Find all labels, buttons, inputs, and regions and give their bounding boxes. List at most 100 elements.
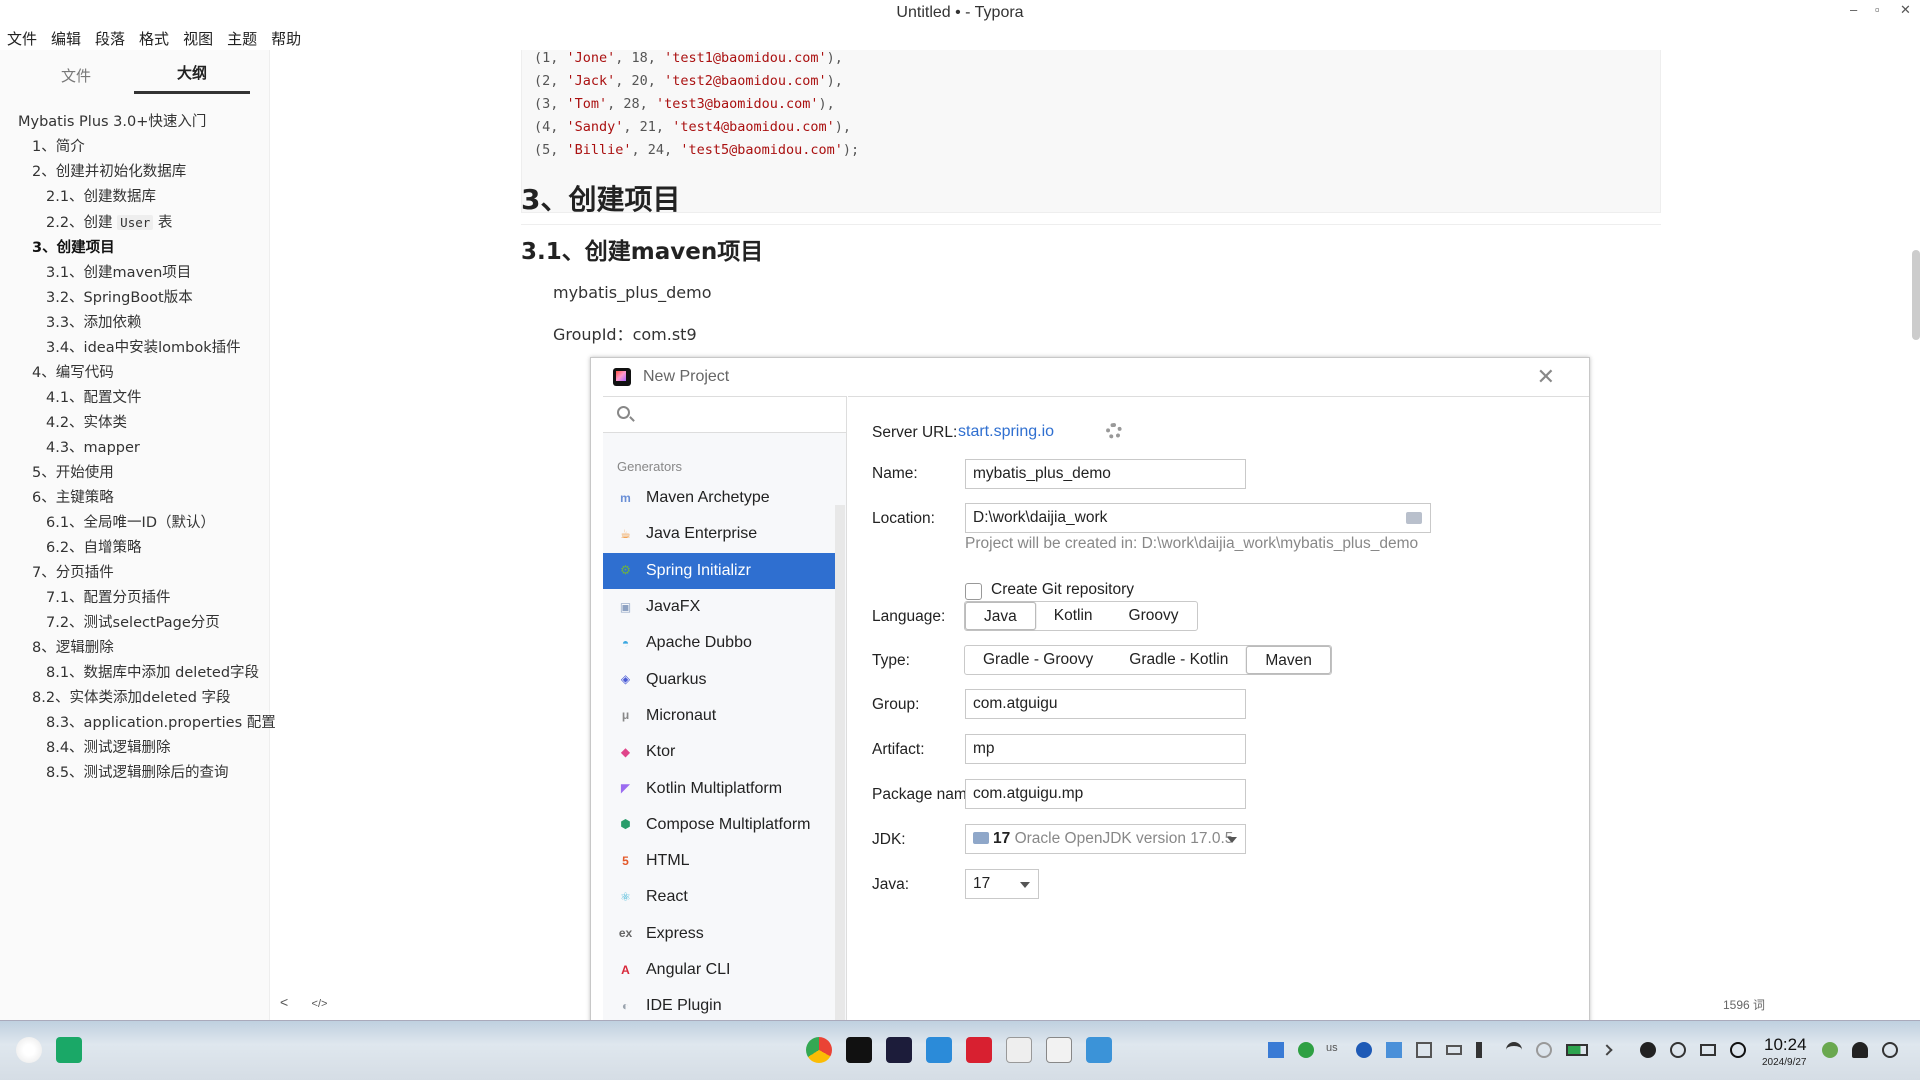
menu-view[interactable]: 视图	[176, 26, 220, 50]
power-icon[interactable]	[1730, 1042, 1746, 1058]
clock-date[interactable]: 2024/9/27	[1762, 1057, 1807, 1068]
generator-item[interactable]: ⚛ React	[603, 879, 835, 915]
battery-icon[interactable]	[1566, 1044, 1588, 1056]
java-version-dropdown[interactable]: 17	[965, 869, 1039, 899]
outline-item[interactable]: 3.2、SpringBoot版本	[0, 286, 269, 311]
wechat-icon[interactable]	[1298, 1042, 1314, 1058]
file-manager-icon[interactable]	[1086, 1037, 1112, 1063]
outline-item[interactable]: 3.1、创建maven项目	[0, 261, 269, 286]
close-button[interactable]: ✕	[1900, 2, 1911, 18]
menu-help[interactable]: 帮助	[264, 26, 308, 50]
search-icon[interactable]	[1670, 1042, 1686, 1058]
tray-app-icon[interactable]	[1268, 1042, 1284, 1058]
outline-item[interactable]: 3、创建项目	[0, 236, 269, 261]
language-java[interactable]: Java	[965, 602, 1036, 630]
outline-item[interactable]: 8、逻辑删除	[0, 636, 269, 661]
heading-2[interactable]: 3、创建项目	[521, 178, 1661, 225]
generator-item[interactable]: μ Micronaut	[603, 698, 835, 734]
intellij-idea-icon[interactable]	[846, 1037, 872, 1063]
type-maven[interactable]: Maven	[1246, 646, 1331, 674]
menu-edit[interactable]: 编辑	[44, 26, 88, 50]
generator-search[interactable]	[603, 397, 846, 433]
outline-item[interactable]: 7.2、测试selectPage分页	[0, 611, 269, 636]
terminal-icon[interactable]	[966, 1037, 992, 1063]
webstorm-icon[interactable]	[886, 1037, 912, 1063]
tab-files[interactable]: 文件	[18, 65, 134, 94]
generator-item[interactable]: ◆ Ktor	[603, 734, 835, 770]
generator-item[interactable]: A Angular CLI	[603, 952, 835, 988]
location-field[interactable]: D:\work\daijia_work	[965, 503, 1431, 533]
outline-item[interactable]: 8.3、application.properties 配置	[0, 711, 276, 736]
type-gradle-kotlin[interactable]: Gradle - Kotlin	[1111, 646, 1246, 674]
outline-item[interactable]: 8.2、实体类添加deleted 字段	[0, 686, 269, 711]
generator-item[interactable]: m Maven Archetype	[603, 480, 835, 516]
shield-icon[interactable]	[1822, 1042, 1838, 1058]
outline-item[interactable]: 2.2、创建 User 表	[0, 210, 269, 236]
dialog-close-icon[interactable]: ✕	[1537, 364, 1555, 390]
name-field[interactable]: mybatis_plus_demo	[965, 459, 1246, 489]
typora-icon[interactable]	[1006, 1037, 1032, 1063]
generators-scrollbar[interactable]	[835, 505, 845, 1024]
generator-search-input[interactable]	[639, 403, 829, 427]
paragraph-project-name[interactable]: mybatis_plus_demo	[553, 283, 712, 302]
generator-item[interactable]: ◤ Kotlin Multiplatform	[603, 770, 835, 806]
paragraph-group-id[interactable]: GroupId：com.st9	[553, 321, 697, 345]
menu-file[interactable]: 文件	[0, 26, 44, 50]
desktop-icon[interactable]	[56, 1037, 82, 1063]
outline-item[interactable]: 6、主键策略	[0, 486, 269, 511]
settings-icon[interactable]	[1882, 1042, 1898, 1058]
language-groovy[interactable]: Groovy	[1111, 602, 1197, 630]
outline-item[interactable]: 6.1、全局唯一ID（默认）	[0, 511, 269, 536]
generator-item[interactable]: 5 HTML	[603, 843, 835, 879]
generator-item[interactable]: ⚙ Spring Initializr	[603, 552, 835, 589]
clipboard-icon[interactable]	[1416, 1042, 1432, 1058]
language-kotlin[interactable]: Kotlin	[1036, 602, 1111, 630]
bluetooth-icon[interactable]	[1536, 1042, 1552, 1058]
generator-item[interactable]: ▣ JavaFX	[603, 589, 835, 625]
create-git-label[interactable]: Create Git repository	[991, 581, 1134, 599]
keyboard-layout-icon[interactable]	[1700, 1044, 1716, 1056]
outline-item[interactable]: 3.3、添加依赖	[0, 311, 269, 336]
notification-bell-icon[interactable]	[1852, 1042, 1868, 1058]
outline-item[interactable]: 2、创建并初始化数据库	[0, 160, 269, 185]
editor-scrollbar[interactable]	[1912, 250, 1920, 340]
generator-item[interactable]: ◈ Quarkus	[603, 661, 835, 697]
outline-item[interactable]: 5、开始使用	[0, 461, 269, 486]
hp-icon[interactable]	[1356, 1042, 1372, 1058]
outline-item[interactable]: 8.4、测试逻辑删除	[0, 736, 269, 761]
outline-item[interactable]: 8.5、测试逻辑删除后的查询	[0, 761, 269, 786]
folder-icon[interactable]	[1406, 512, 1422, 524]
server-url-link[interactable]: start.spring.io	[958, 423, 1054, 441]
outline-item[interactable]: 6.2、自增策略	[0, 536, 269, 561]
outline-item[interactable]: 4.1、配置文件	[0, 386, 269, 411]
clock-time[interactable]: 10:24	[1764, 1035, 1807, 1055]
keyboard-icon[interactable]	[1446, 1045, 1462, 1055]
package-name-field[interactable]: com.atguigu.mp	[965, 779, 1246, 809]
outline-item[interactable]: 7、分页插件	[0, 561, 269, 586]
create-git-checkbox[interactable]	[965, 583, 982, 600]
generator-item[interactable]: ◓ Apache Dubbo	[603, 625, 835, 661]
jdk-dropdown[interactable]: 17 Oracle OpenJDK version 17.0.5	[965, 824, 1246, 854]
gear-icon[interactable]	[1106, 423, 1122, 439]
outline-item[interactable]: 8.1、数据库中添加 deleted字段	[0, 661, 269, 686]
artifact-field[interactable]: mp	[965, 734, 1246, 764]
outline-item[interactable]: 3.4、idea中安装lombok插件	[0, 336, 269, 361]
outline-item[interactable]: 4.2、实体类	[0, 411, 269, 436]
outline-item[interactable]: 1、简介	[0, 135, 269, 160]
volume-icon[interactable]	[1476, 1042, 1492, 1058]
chrome-icon[interactable]	[806, 1037, 832, 1063]
tab-outline[interactable]: 大纲	[134, 62, 250, 94]
outline-item[interactable]: 7.1、配置分页插件	[0, 586, 269, 611]
launcher-icon[interactable]	[16, 1037, 42, 1063]
generator-item[interactable]: ☕ Java Enterprise	[603, 516, 835, 552]
generator-item[interactable]: ex Express	[603, 916, 835, 952]
notepad-icon[interactable]	[1046, 1037, 1072, 1063]
wifi-icon[interactable]	[1506, 1042, 1522, 1058]
performance-icon[interactable]	[1640, 1042, 1656, 1058]
word-count[interactable]: 1596 词	[1723, 996, 1765, 1013]
display-icon[interactable]	[1386, 1042, 1402, 1058]
generator-item[interactable]: ⬢ Compose Multiplatform	[603, 807, 835, 843]
outline-item[interactable]: 2.1、创建数据库	[0, 185, 269, 210]
outline-item[interactable]: 4、编写代码	[0, 361, 269, 386]
group-field[interactable]: com.atguigu	[965, 689, 1246, 719]
